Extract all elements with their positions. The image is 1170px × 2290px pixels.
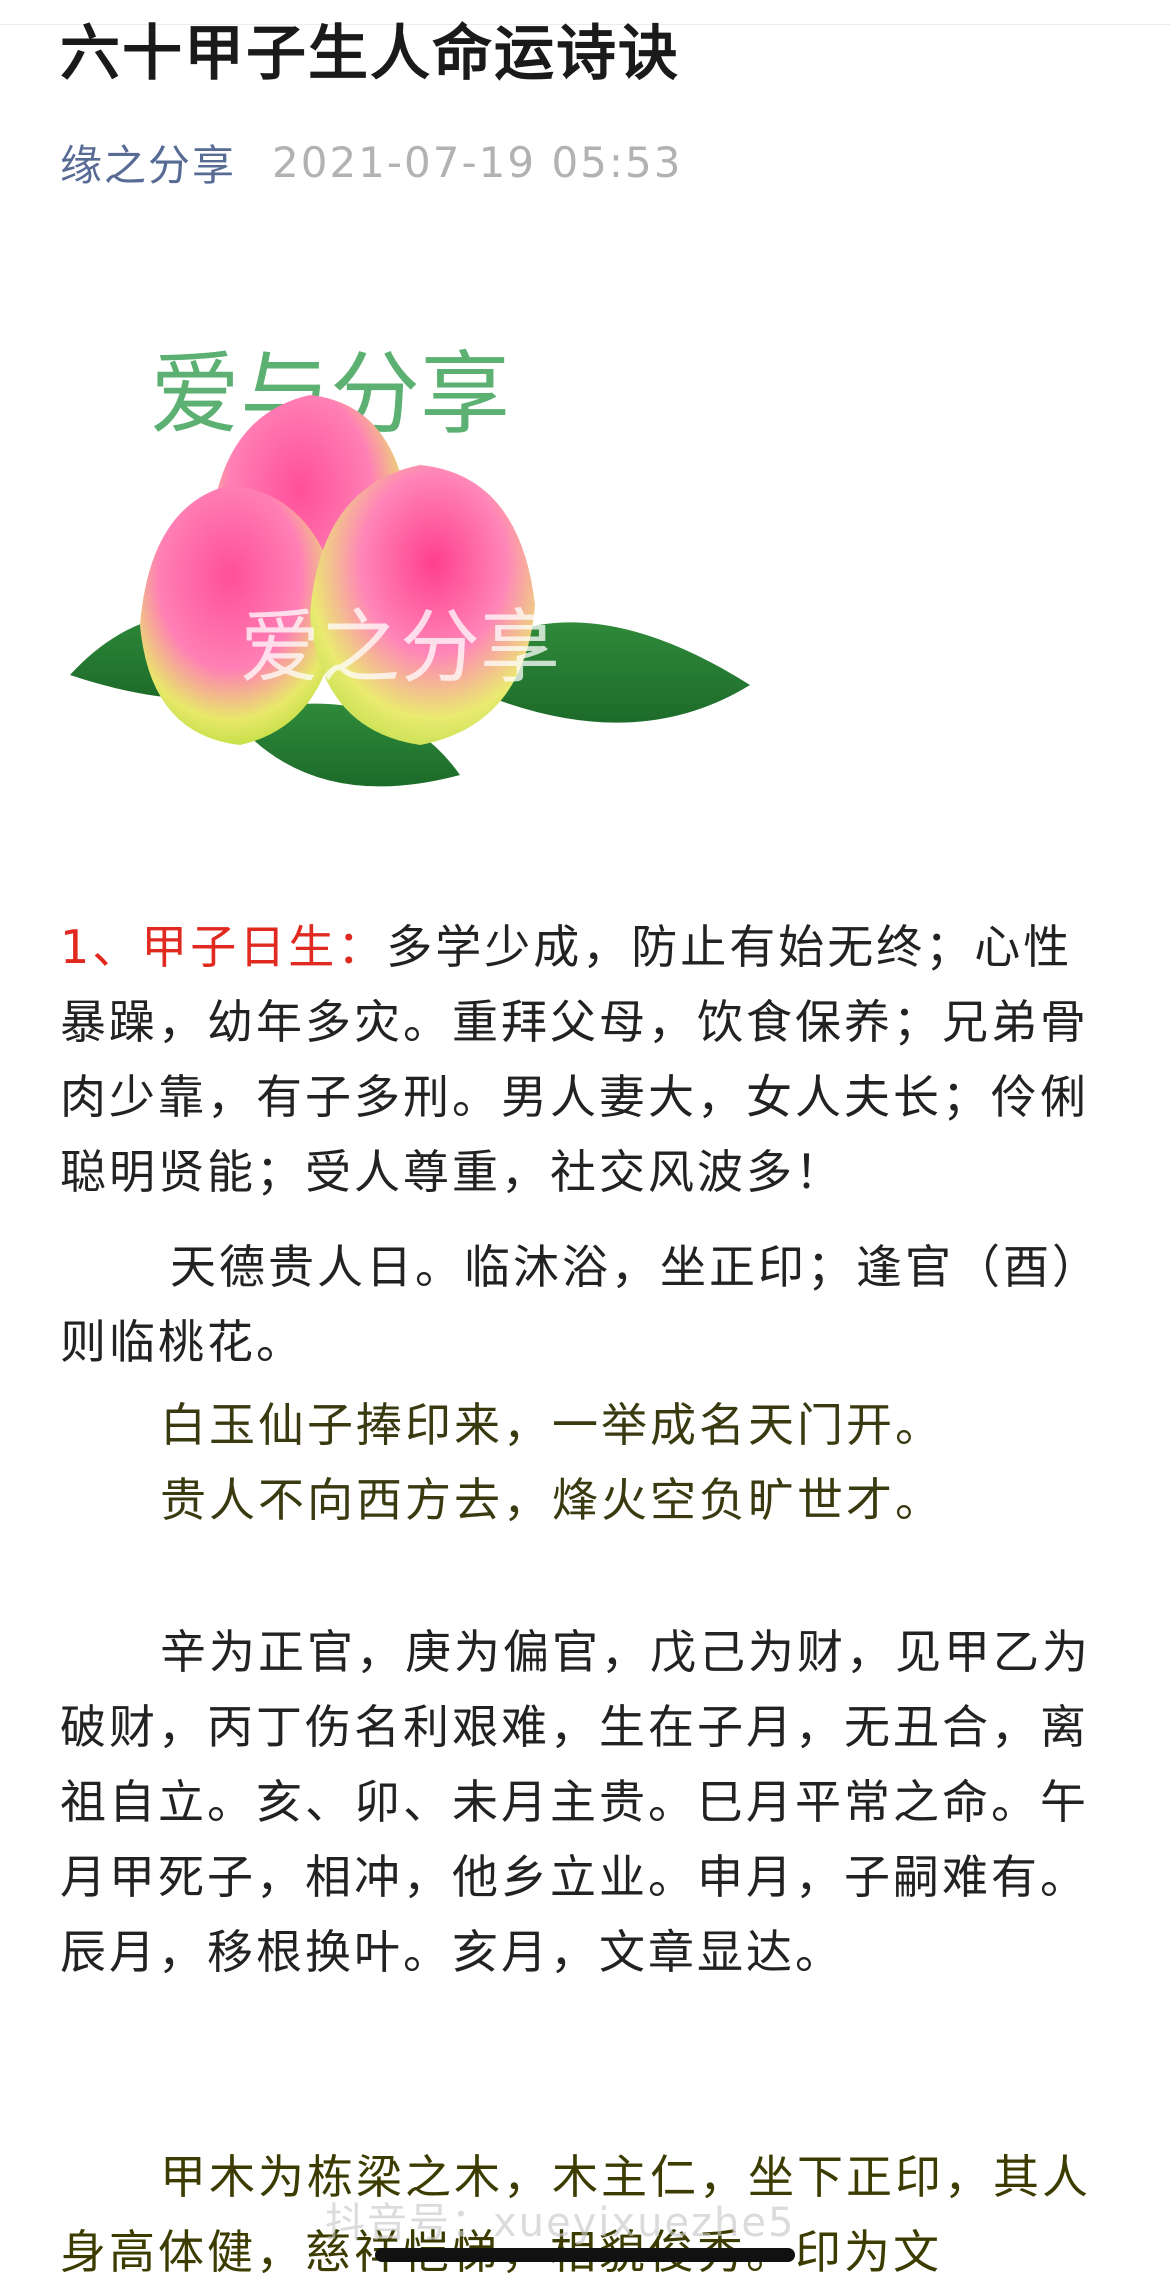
verse-line-2: 贵人不向西方去，烽火空负旷世才。 xyxy=(160,1473,944,1527)
publish-date: 2021-07-19 05:53 xyxy=(272,137,683,187)
article-title: 六十甲子生人命运诗诀 xyxy=(60,19,680,89)
paragraph-2: 天德贵人日。临沐浴，坐正印；逢官（酉）则临桃花。 xyxy=(60,1240,1101,1369)
image-text-center: 爱之分享 xyxy=(240,603,560,692)
verse-line-1: 白玉仙子捧印来，一举成名天门开。 xyxy=(160,1398,944,1452)
image-text-corner: 爱之分享 xyxy=(580,771,684,801)
peach-illustration: 爱与分享 爱之分享 爱之分享 xyxy=(60,345,760,815)
author-link[interactable]: 缘之分享 xyxy=(60,132,236,193)
paragraph-1-label: 1、甲子日生： xyxy=(60,920,387,974)
paragraph-3: 辛为正官，庚为偏官，戊己为财，见甲乙为破财，丙丁伤名利艰难，生在子月，无丑合，离… xyxy=(60,1625,1091,1979)
home-indicator[interactable] xyxy=(375,2248,795,2262)
watermark: 抖音号：xueyixuezhe5 xyxy=(325,2200,796,2246)
article-meta: 缘之分享 2021-07-19 05:53 xyxy=(60,132,683,192)
paragraph-1: 1、甲子日生：多学少成，防止有始无终；心性暴躁，幼年多灾。重拜父母，饮食保养；兄… xyxy=(60,910,1110,1210)
